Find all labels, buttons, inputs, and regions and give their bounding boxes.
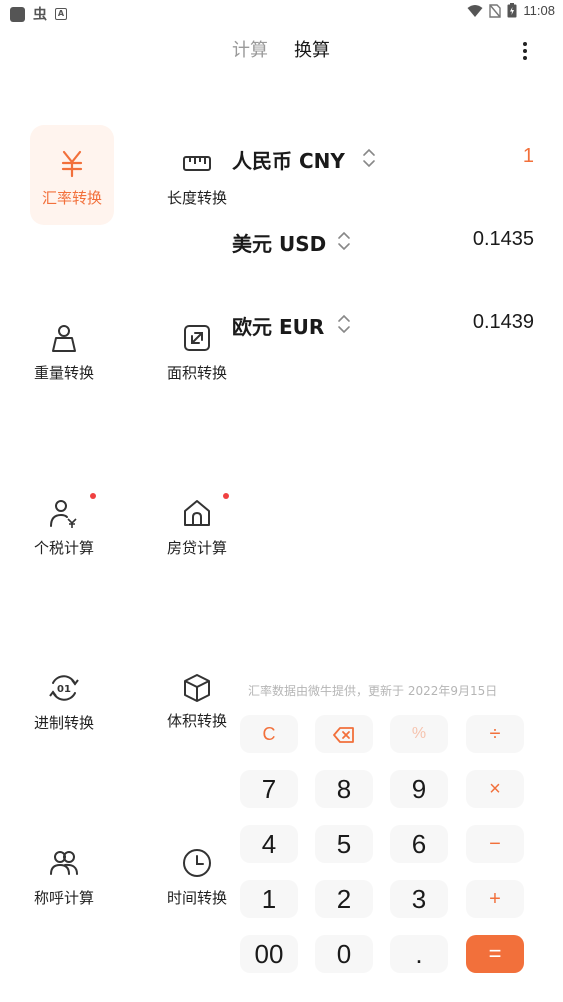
key-1[interactable]: 1: [240, 880, 298, 918]
status-bar: 虫 A 11:08: [0, 0, 563, 24]
key-decimal[interactable]: .: [390, 935, 448, 973]
tool-time[interactable]: 时间转换: [155, 845, 239, 945]
tool-label: 称呼计算: [33, 889, 94, 907]
tax-person-icon: [50, 500, 77, 528]
currency-row-usd[interactable]: 美元 USD 0.1435: [232, 228, 534, 262]
tool-area[interactable]: 面积转换: [155, 320, 239, 420]
percent-button[interactable]: %: [390, 715, 448, 753]
multiply-button[interactable]: ×: [466, 770, 524, 808]
clock-icon: [183, 849, 211, 877]
key-8[interactable]: 8: [315, 770, 373, 808]
tool-exchange-rate[interactable]: 汇率转换: [30, 125, 114, 225]
tool-mortgage[interactable]: 房贷计算: [155, 493, 239, 595]
tool-label: 长度转换: [166, 189, 227, 207]
clear-button[interactable]: C: [240, 715, 298, 753]
switch-currency-icon[interactable]: [337, 230, 351, 252]
currency-name[interactable]: 人民币 CNY: [232, 145, 345, 174]
minus-button[interactable]: −: [466, 825, 524, 863]
tool-label: 进制转换: [33, 714, 94, 732]
base-convert-icon: 01: [49, 675, 79, 701]
bug-icon: 虫: [33, 7, 47, 23]
tool-label: 面积转换: [166, 364, 227, 382]
tool-weight[interactable]: 重量转换: [22, 320, 106, 420]
tool-label: 体积转换: [166, 712, 227, 730]
key-7[interactable]: 7: [240, 770, 298, 808]
cube-icon: [184, 674, 210, 702]
tool-income-tax[interactable]: 个税计算: [22, 493, 106, 595]
backspace-icon: [333, 726, 354, 743]
backspace-button[interactable]: [315, 715, 373, 753]
status-left: 虫 A: [10, 4, 67, 24]
currency-value[interactable]: 1: [523, 145, 534, 168]
weight-icon: [52, 325, 76, 352]
area-icon: [184, 325, 210, 351]
key-9[interactable]: 9: [390, 770, 448, 808]
currency-row-cny[interactable]: 人民币 CNY 1: [232, 145, 534, 179]
switch-currency-icon[interactable]: [362, 147, 376, 169]
currency-value[interactable]: 0.1435: [473, 228, 534, 251]
tool-label: 房贷计算: [166, 539, 227, 557]
divide-button[interactable]: ÷: [466, 715, 524, 753]
tool-label: 时间转换: [166, 889, 227, 907]
currency-name[interactable]: 欧元 EUR: [232, 311, 324, 340]
svg-text:01: 01: [57, 684, 71, 695]
rate-source-note: 汇率数据由微牛提供，更新于 2022年9月15日: [248, 684, 498, 698]
tab-calculate[interactable]: 计算: [232, 36, 268, 62]
currency-value[interactable]: 0.1439: [473, 311, 534, 334]
ruler-icon: [183, 156, 211, 171]
tool-volume[interactable]: 体积转换: [155, 670, 239, 770]
wifi-icon: [467, 4, 483, 17]
tool-relative-title[interactable]: 称呼计算: [22, 845, 106, 945]
key-5[interactable]: 5: [315, 825, 373, 863]
new-badge: [90, 493, 96, 499]
yuan-icon: [61, 150, 83, 178]
tool-base-conversion[interactable]: 01 进制转换: [22, 670, 106, 770]
tool-label: 汇率转换: [41, 189, 102, 207]
tab-convert[interactable]: 换算: [294, 36, 330, 62]
key-00[interactable]: 00: [240, 935, 298, 973]
tool-label: 重量转换: [33, 364, 94, 382]
status-right: 11:08: [467, 3, 555, 18]
equals-button[interactable]: =: [466, 935, 524, 973]
no-sim-icon: [489, 3, 502, 18]
battery-icon: [507, 3, 517, 18]
key-6[interactable]: 6: [390, 825, 448, 863]
key-4[interactable]: 4: [240, 825, 298, 863]
more-menu-icon[interactable]: [518, 42, 532, 62]
key-3[interactable]: 3: [390, 880, 448, 918]
new-badge: [223, 493, 229, 499]
currency-row-eur[interactable]: 欧元 EUR 0.1439: [232, 311, 534, 345]
tool-length[interactable]: 长度转换: [155, 125, 239, 225]
switch-currency-icon[interactable]: [337, 313, 351, 335]
currency-name[interactable]: 美元 USD: [232, 228, 326, 257]
clock-time: 11:08: [523, 3, 555, 18]
mode-tabs: 计算 换算: [0, 36, 563, 64]
key-2[interactable]: 2: [315, 880, 373, 918]
notification-icon: [10, 6, 25, 22]
plus-button[interactable]: +: [466, 880, 524, 918]
tool-label: 个税计算: [33, 539, 94, 557]
key-0[interactable]: 0: [315, 935, 373, 973]
people-icon: [50, 851, 78, 875]
house-icon: [184, 500, 210, 526]
a-badge-icon: A: [55, 8, 67, 20]
